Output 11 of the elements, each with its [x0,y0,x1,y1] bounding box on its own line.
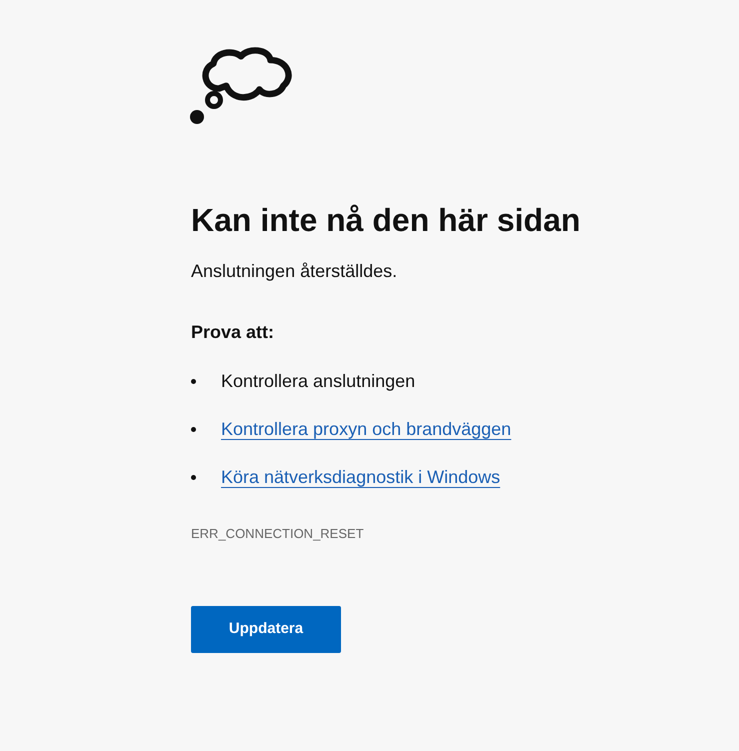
page-heading: Kan inte nå den här sidan [191,201,580,240]
suggestion-link[interactable]: Köra nätverksdiagnostik i Windows [221,464,500,490]
refresh-button[interactable]: Uppdatera [191,606,341,652]
bullet-icon [191,474,196,480]
suggestions-title: Prova att: [191,321,274,344]
suggestion-link[interactable]: Kontrollera proxyn och brandväggen [221,416,512,442]
suggestion-text: Kontrollera anslutningen [221,370,416,393]
error-message: Anslutningen återställdes. [191,260,398,283]
bullet-icon [191,426,196,432]
error-code: ERR_CONNECTION_RESET [191,525,364,543]
bullet-icon [191,378,196,384]
